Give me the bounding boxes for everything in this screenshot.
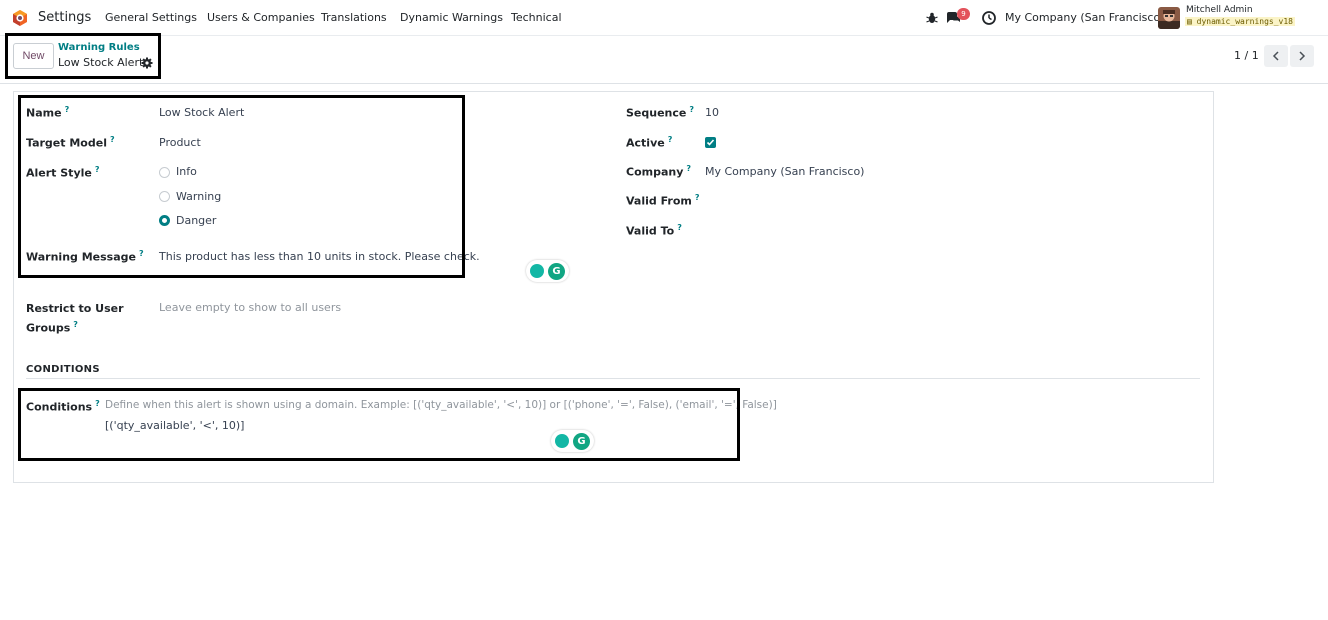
help-tooltip-icon[interactable]: ? [686,164,691,173]
active-label: Active? [626,135,673,150]
valid-from-field[interactable] [705,193,825,207]
help-tooltip-icon[interactable]: ? [139,249,144,258]
grammarly-widget[interactable]: G [551,430,594,452]
radio-danger-label[interactable]: Danger [176,214,216,227]
help-tooltip-icon[interactable]: ? [110,135,115,144]
help-tooltip-icon[interactable]: ? [695,193,700,202]
help-tooltip-icon[interactable]: ? [65,105,70,114]
odoo-app-icon[interactable] [11,9,29,27]
grammarly-icon[interactable]: G [573,433,590,450]
avatar-image [1158,7,1180,29]
conditions-field[interactable]: [('qty_available', '<', 10)] [105,419,244,432]
lightbulb-icon[interactable] [555,434,569,448]
section-divider [26,378,1200,379]
chevron-right-icon [1299,51,1306,61]
alert-style-label: Alert Style? [26,165,100,180]
help-tooltip-icon[interactable]: ? [668,135,673,144]
target-model-label: Target Model? [26,135,115,150]
restrict-groups-input[interactable]: Leave empty to show to all users [159,301,341,314]
company-field[interactable]: My Company (San Francisco) [705,165,864,178]
radio-danger[interactable] [159,215,170,226]
menu-users-companies[interactable]: Users & Companies [207,11,315,24]
valid-from-label: Valid From? [626,193,700,208]
menu-translations[interactable]: Translations [321,11,387,24]
database-icon: ▤ [1187,17,1192,26]
warning-message-field[interactable]: This product has less than 10 units in s… [159,250,480,263]
gear-icon[interactable] [141,57,153,69]
menu-technical[interactable]: Technical [511,11,562,24]
breadcrumb-current: Low Stock Alert [58,56,144,69]
radio-info[interactable] [159,167,170,178]
app-title[interactable]: Settings [38,10,91,25]
menu-general-settings[interactable]: General Settings [105,11,197,24]
sequence-field[interactable]: 10 [705,106,719,119]
conditions-help-text: Define when this alert is shown using a … [105,399,777,411]
check-icon [706,139,715,146]
user-avatar[interactable] [1158,7,1180,29]
grammarly-widget[interactable]: G [526,260,569,282]
valid-to-label: Valid To? [626,223,682,238]
pager-next-button[interactable] [1290,45,1314,67]
menu-dynamic-warnings[interactable]: Dynamic Warnings [400,11,503,24]
pager-previous-button[interactable] [1264,45,1288,67]
new-button[interactable]: New [13,43,54,69]
valid-to-field[interactable] [705,223,825,237]
control-panel: New Warning Rules Low Stock Alert 1 / 1 [0,36,1328,84]
name-label: Name? [26,105,70,120]
chevron-left-icon [1272,51,1279,61]
warning-message-label: Warning Message? [26,249,144,264]
help-tooltip-icon[interactable]: ? [95,399,100,408]
conditions-label: Conditions? [26,399,100,414]
conditions-section-title: CONDITIONS [26,364,100,375]
user-name[interactable]: Mitchell Admin [1186,5,1253,15]
help-tooltip-icon[interactable]: ? [677,223,682,232]
company-label: Company? [626,164,692,179]
help-tooltip-icon[interactable]: ? [95,165,100,174]
active-checkbox[interactable] [705,137,716,148]
help-tooltip-icon[interactable]: ? [689,105,694,114]
pager-value[interactable]: 1 / 1 [1234,49,1259,62]
radio-warning-label[interactable]: Warning [176,190,221,203]
radio-info-label[interactable]: Info [176,165,197,178]
target-model-field[interactable]: Product [159,136,201,149]
lightbulb-icon[interactable] [530,264,544,278]
sequence-label: Sequence? [626,105,695,120]
messages-badge: 9 [957,8,970,20]
bug-icon[interactable] [924,10,940,26]
top-navbar: Settings General Settings Users & Compan… [0,0,1328,36]
breadcrumb-warning-rules[interactable]: Warning Rules [58,42,140,53]
name-field[interactable]: Low Stock Alert [159,106,244,119]
company-switcher[interactable]: My Company (San Francisco) [1005,11,1164,24]
clock-icon[interactable] [981,10,997,26]
help-tooltip-icon[interactable]: ? [73,320,78,329]
database-label: dynamic_warnings_v18 [1196,17,1293,26]
radio-warning[interactable] [159,191,170,202]
database-name: ▤ dynamic_warnings_v18 [1185,17,1295,26]
grammarly-icon[interactable]: G [548,263,565,280]
restrict-groups-label: Restrict to User Groups? [26,302,124,335]
